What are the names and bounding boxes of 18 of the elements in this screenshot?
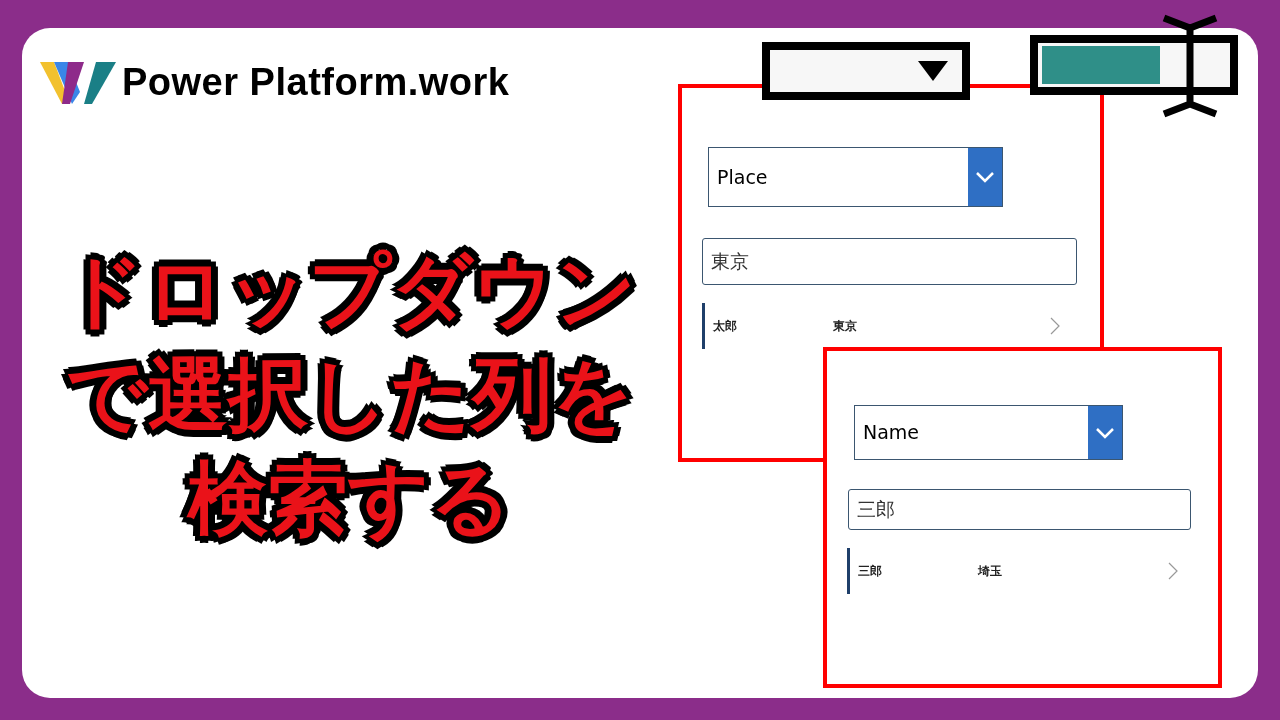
dropdown[interactable]: Name (854, 405, 1123, 460)
headline-text: ドロップダウン (63, 246, 637, 336)
name-cell-text: 太郎 (713, 318, 738, 335)
chevron-down-icon (1088, 406, 1122, 459)
search-field[interactable]: 東京 (702, 238, 1077, 285)
dropdown[interactable]: Place (708, 147, 1003, 207)
logo-icon (40, 59, 116, 106)
chevron-down-icon (968, 148, 1002, 206)
place-cell-text: 東京 (833, 318, 858, 335)
search-field[interactable]: 三郎 (848, 489, 1191, 530)
headline-text: で選択した列を (66, 350, 634, 440)
gallery-row[interactable]: 三郎 埼玉 (847, 548, 1178, 594)
chevron-right-icon (1050, 317, 1060, 335)
logo-text: Power Platform.work (122, 60, 510, 105)
chevron-right-icon (1168, 562, 1178, 580)
text-cursor-icon (1162, 14, 1218, 118)
name-cell-text: 三郎 (858, 563, 883, 580)
place-cell-text: 埼玉 (978, 563, 1003, 580)
